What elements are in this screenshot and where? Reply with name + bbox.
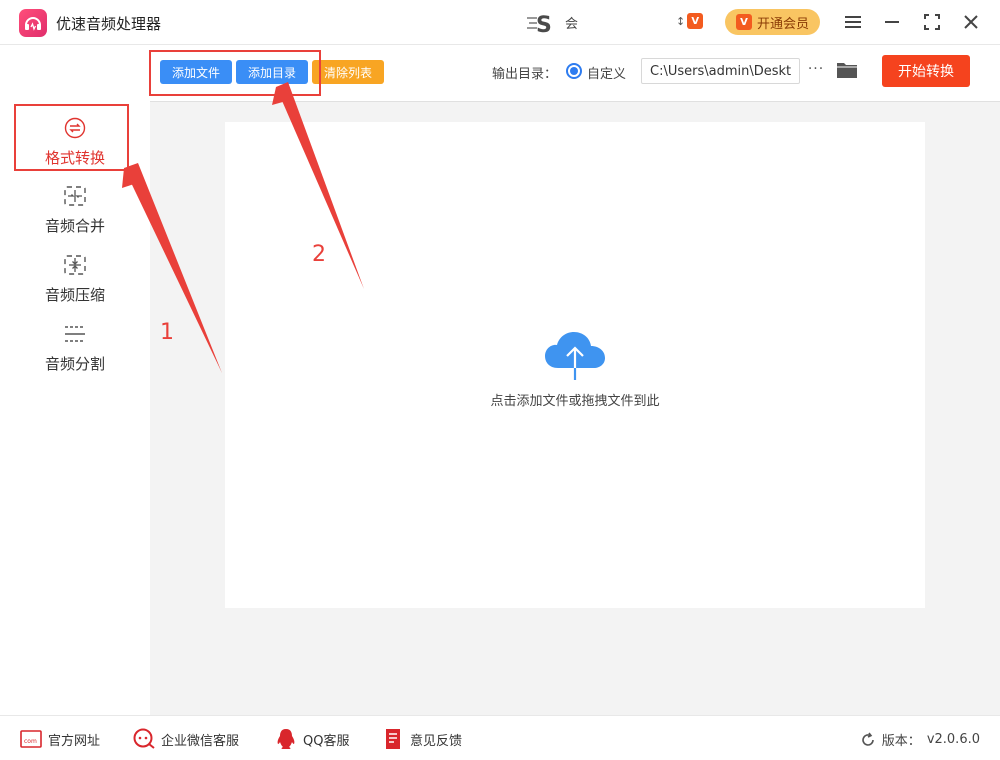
vip-arrow-icon: ↕ <box>676 14 686 28</box>
qq-label: QQ客服 <box>303 733 350 749</box>
svg-text:com: com <box>24 738 37 745</box>
maximize-icon <box>924 14 940 30</box>
annotation-number-1: 1 <box>160 320 174 345</box>
feedback-label: 意见反馈 <box>410 733 463 749</box>
output-path-input[interactable] <box>641 58 800 84</box>
clear-list-button[interactable]: 清除列表 <box>312 60 384 84</box>
feedback-icon <box>382 728 404 750</box>
open-vip-button[interactable]: V 开通会员 <box>725 9 820 35</box>
sidebar-item-label: 音频分割 <box>44 355 105 373</box>
minimize-button[interactable] <box>880 10 904 34</box>
website-link[interactable]: com 官方网址 <box>20 728 100 750</box>
close-icon <box>964 15 978 29</box>
more-options-button[interactable]: ··· <box>806 59 826 79</box>
vip-mini-icon: V <box>687 13 704 29</box>
annotation-box-sidebar <box>14 104 129 171</box>
app-logo-icon <box>19 9 47 37</box>
qq-service-link[interactable]: QQ客服 <box>275 728 349 750</box>
vip-icon: V <box>735 14 752 30</box>
menu-button[interactable] <box>841 10 865 34</box>
custom-radio[interactable] <box>566 63 582 79</box>
close-button[interactable] <box>959 10 983 34</box>
maximize-button[interactable] <box>920 10 944 34</box>
cloud-upload-icon <box>545 332 605 380</box>
vip-status[interactable]: ↕ V <box>676 13 704 29</box>
sidebar-item-label: 音频压缩 <box>44 286 105 304</box>
file-drop-zone[interactable]: 点击添加文件或拖拽文件到此 <box>225 122 925 608</box>
custom-radio-label: 自定义 <box>587 67 627 82</box>
compress-icon <box>64 252 86 278</box>
sidebar-item-compress[interactable]: 音频压缩 <box>0 252 150 316</box>
annotation-box-toolbar <box>149 50 321 96</box>
feedback-link[interactable]: 意见反馈 <box>382 728 462 750</box>
wechat-label: 企业微信客服 <box>161 733 240 749</box>
website-icon: com <box>20 728 42 750</box>
wechat-icon <box>133 728 155 750</box>
open-vip-label: 开通会员 <box>756 16 809 32</box>
version-value: v2.0.6.0 <box>926 732 980 747</box>
footer: com 官方网址 企业微信客服 QQ客服 意见反馈 版本： v2.0.6.0 <box>0 715 1000 760</box>
sidebar-item-split[interactable]: 音频分割 <box>0 321 150 385</box>
minimize-icon <box>885 21 899 23</box>
merge-icon <box>64 183 86 209</box>
main-area: 添加文件 添加目录 清除列表 输出目录： 自定义 ··· 开始转换 点击添加文件… <box>150 45 1000 715</box>
sidebar-item-merge[interactable]: 音频合并 <box>0 183 150 247</box>
title-bar: 优速音频处理器 S 会 ↕ V V 开通会员 <box>0 0 1000 45</box>
website-label: 官方网址 <box>48 733 101 749</box>
drop-zone-hint: 点击添加文件或拖拽文件到此 <box>490 394 660 409</box>
svg-text:S: S <box>536 13 552 35</box>
user-avatar-icon[interactable]: S <box>527 11 557 35</box>
start-convert-button[interactable]: 开始转换 <box>882 55 970 87</box>
app-title: 优速音频处理器 <box>56 15 162 33</box>
split-icon <box>64 321 86 347</box>
version-label: 版本： <box>881 734 921 749</box>
menu-icon <box>845 16 861 28</box>
annotation-number-2: 2 <box>312 242 326 267</box>
user-name: 会 <box>565 17 579 32</box>
sidebar-item-label: 音频合并 <box>44 217 105 235</box>
refresh-icon <box>862 732 874 746</box>
output-dir-label: 输出目录： <box>492 67 558 82</box>
qq-icon <box>275 728 297 750</box>
wechat-service-link[interactable]: 企业微信客服 <box>133 728 239 750</box>
folder-icon[interactable] <box>836 60 858 80</box>
version-info[interactable]: 版本： v2.0.6.0 <box>860 730 980 749</box>
